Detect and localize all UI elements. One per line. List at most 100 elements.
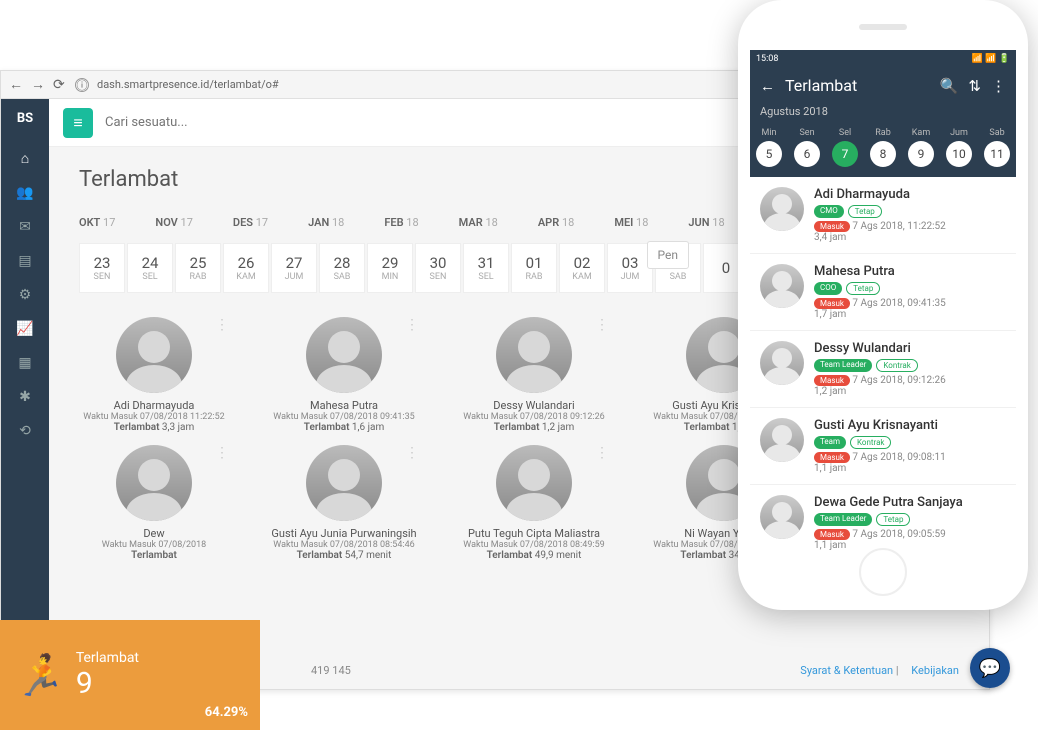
settings-icon[interactable]: ⚙ (19, 287, 32, 303)
sidebar-logo: BS (17, 111, 33, 126)
status-tag: Tetap (876, 513, 910, 526)
calendar-day[interactable]: 24SEL (127, 243, 173, 293)
list-item[interactable]: Adi DharmayudaCMOTetapMasuk 7 Ags 2018, … (750, 177, 1016, 254)
person-time: Waktu Masuk 07/08/2018 09:12:26 (459, 412, 609, 422)
pen-button[interactable]: Pen (647, 241, 689, 269)
person-time: Waktu Masuk 07/08/2018 08:54:46 (269, 540, 419, 550)
person-name: Gusti Ayu Junia Purwaningsih (269, 527, 419, 540)
sync-icon[interactable]: ⟲ (19, 423, 31, 439)
nav-reload-icon[interactable]: ⟳ (53, 78, 67, 92)
avatar (760, 341, 804, 385)
calendar-day[interactable]: 29MIN (367, 243, 413, 293)
status-tag: Tetap (846, 282, 880, 295)
calendar-day[interactable]: 02KAM (559, 243, 605, 293)
chart-icon[interactable]: 📈 (16, 321, 33, 337)
person-menu-icon[interactable]: ⋮ (595, 317, 609, 333)
month-item[interactable]: NOV 17 (155, 216, 193, 229)
list-item[interactable]: Dessy WulandariTeam LeaderKontrakMasuk 7… (750, 331, 1016, 408)
avatar (760, 187, 804, 231)
calendar-day[interactable]: 23SEN (79, 243, 125, 293)
users-icon[interactable]: 👥 (16, 185, 33, 201)
week-day[interactable]: Rab8 (870, 128, 896, 167)
calendar-day[interactable]: 25RAB (175, 243, 221, 293)
person-menu-icon[interactable]: ⋮ (215, 445, 229, 461)
list-name: Dessy Wulandari (814, 341, 1006, 356)
month-item[interactable]: APR 18 (538, 216, 574, 229)
person-menu-icon[interactable]: ⋮ (405, 445, 419, 461)
nav-forward-icon[interactable]: → (31, 78, 45, 92)
person-time: Waktu Masuk 07/08/2018 (79, 540, 229, 550)
doc-icon[interactable]: ▦ (18, 355, 31, 371)
tos-link[interactable]: Syarat & Ketentuan (800, 664, 893, 677)
week-day[interactable]: Sen6 (794, 128, 820, 167)
list-item[interactable]: Gusti Ayu KrisnayantiTeamKontrakMasuk 7 … (750, 408, 1016, 485)
role-tag: Team Leader (814, 359, 872, 372)
list-late: 1,7 jam (814, 309, 1006, 320)
list-name: Gusti Ayu Krisnayanti (814, 418, 1006, 433)
month-item[interactable]: MEI 18 (614, 216, 648, 229)
calendar-day[interactable]: 28SAB (319, 243, 365, 293)
filter-icon[interactable]: ⇅ (968, 77, 981, 95)
person-menu-icon[interactable]: ⋮ (215, 317, 229, 333)
week-day[interactable]: Sel7 (832, 128, 858, 167)
list-time: Masuk 7 Ags 2018, 09:05:59 (814, 529, 1006, 540)
bug-icon[interactable]: ✱ (19, 389, 31, 405)
role-tag: Team (814, 436, 846, 449)
list-item[interactable]: Mahesa PutraCOOTetapMasuk 7 Ags 2018, 09… (750, 254, 1016, 331)
phone-mockup: 15:08 📶 📶 🔋 ← Terlambat 🔍 ⇅ ⋮ Agustus 20… (738, 0, 1028, 610)
month-item[interactable]: OKT 17 (79, 216, 115, 229)
status-time: 15:08 (756, 54, 778, 64)
week-day[interactable]: Min5 (756, 128, 782, 167)
week-day[interactable]: Jum10 (946, 128, 972, 167)
terlambat-card: 🏃 Terlambat 9 64.29% (0, 620, 260, 730)
chat-fab[interactable]: 💬 (970, 648, 1010, 688)
nav-back-icon[interactable]: ← (9, 78, 23, 92)
card-percent: 64.29% (205, 705, 248, 720)
running-icon: 🏃 (14, 652, 64, 699)
mail-icon[interactable]: ✉ (19, 219, 31, 235)
calendar-day[interactable]: 30SEN (415, 243, 461, 293)
role-tag: CMO (814, 205, 844, 218)
month-item[interactable]: DES 17 (233, 216, 268, 229)
week-day[interactable]: Sab11 (984, 128, 1010, 167)
person-name: Dew (79, 527, 229, 540)
back-icon[interactable]: ← (760, 77, 775, 95)
person-late: Terlambat 3,3 jam (79, 422, 229, 433)
phone-week-row: Min5 Sen6 Sel7 Rab8 Kam9 Jum10 Sab11 (750, 124, 1016, 177)
calendar-day[interactable]: 31SEL (463, 243, 509, 293)
person-card[interactable]: ⋮Adi DharmayudaWaktu Masuk 07/08/2018 11… (79, 317, 229, 433)
person-card[interactable]: ⋮Mahesa PutraWaktu Masuk 07/08/2018 09:4… (269, 317, 419, 433)
info-icon[interactable]: ⓘ (75, 78, 89, 92)
person-card[interactable]: ⋮ Gusti Ayu Junia PurwaningsihWaktu Masuk… (269, 445, 419, 561)
person-name: Mahesa Putra (269, 399, 419, 412)
calendar-day[interactable]: 27JUM (271, 243, 317, 293)
person-card[interactable]: ⋮Putu Teguh Cipta MaliastraWaktu Masuk 0… (459, 445, 609, 561)
home-icon[interactable]: ⌂ (21, 150, 29, 167)
menu-button[interactable]: ≡ (63, 108, 93, 138)
calendar-day[interactable]: 26KAM (223, 243, 269, 293)
person-late: Terlambat 1,2 jam (459, 422, 609, 433)
phone-header: ← Terlambat 🔍 ⇅ ⋮ (750, 68, 1016, 103)
month-item[interactable]: FEB 18 (384, 216, 418, 229)
person-menu-icon[interactable]: ⋮ (405, 317, 419, 333)
person-card[interactable]: ⋮Dessy WulandariWaktu Masuk 07/08/2018 0… (459, 317, 609, 433)
more-icon[interactable]: ⋮ (991, 77, 1006, 95)
book-icon[interactable]: ▤ (18, 253, 31, 269)
month-item[interactable]: JUN 18 (688, 216, 724, 229)
privacy-link[interactable]: Kebijakan (911, 664, 959, 677)
person-card[interactable]: ⋮DewWaktu Masuk 07/08/2018Terlambat (79, 445, 229, 561)
status-icons: 📶 📶 🔋 (972, 54, 1010, 64)
search-icon[interactable]: 🔍 (940, 77, 959, 95)
person-name: Adi Dharmayuda (79, 399, 229, 412)
list-late: 1,2 jam (814, 386, 1006, 397)
avatar (306, 445, 382, 521)
list-item[interactable]: Dewa Gede Putra SanjayaTeam LeaderTetapM… (750, 485, 1016, 550)
person-menu-icon[interactable]: ⋮ (595, 445, 609, 461)
sidebar: BS ⌂ 👥 ✉ ▤ ⚙ 📈 ▦ ✱ ⟲ (1, 99, 49, 689)
month-item[interactable]: JAN 18 (308, 216, 344, 229)
week-day[interactable]: Kam9 (908, 128, 934, 167)
month-item[interactable]: MAR 18 (459, 216, 498, 229)
calendar-day[interactable]: 01RAB (511, 243, 557, 293)
avatar (116, 317, 192, 393)
avatar (306, 317, 382, 393)
